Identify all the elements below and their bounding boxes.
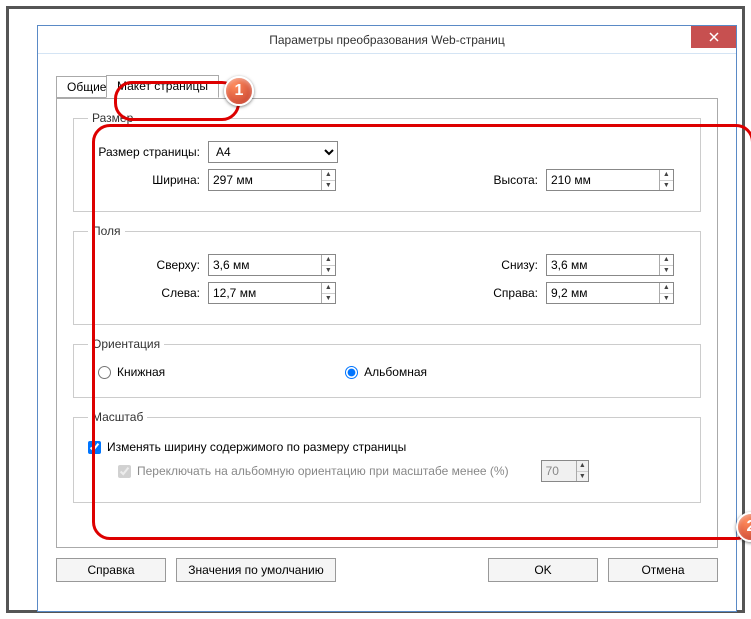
group-scale: Масштаб Изменять ширину содержимого по р… bbox=[73, 410, 701, 503]
chevron-up-icon[interactable]: ▲ bbox=[322, 170, 335, 181]
titlebar: Параметры преобразования Web-страниц bbox=[38, 26, 736, 54]
group-margins-legend: Поля bbox=[88, 224, 125, 238]
margin-left-spinner[interactable]: ▲▼ bbox=[208, 282, 336, 304]
radio-landscape-label: Альбомная bbox=[364, 365, 427, 379]
button-bar: Справка Значения по умолчанию OK Отмена bbox=[56, 548, 718, 582]
margin-right-label: Справа: bbox=[456, 286, 546, 300]
chevron-up-icon[interactable]: ▲ bbox=[660, 283, 673, 294]
width-spinner[interactable]: ▲▼ bbox=[208, 169, 336, 191]
margin-left-input[interactable] bbox=[209, 283, 321, 303]
chevron-up-icon[interactable]: ▲ bbox=[322, 255, 335, 266]
radio-portrait-input[interactable] bbox=[98, 366, 111, 379]
width-label: Ширина: bbox=[88, 173, 208, 187]
width-input[interactable] bbox=[209, 170, 321, 190]
radio-landscape[interactable]: Альбомная bbox=[345, 365, 427, 379]
outer-frame: Параметры преобразования Web-страниц Общ… bbox=[6, 6, 745, 613]
spinner-arrows[interactable]: ▲▼ bbox=[659, 255, 673, 275]
height-input[interactable] bbox=[547, 170, 659, 190]
dialog-content: Общие Макет страницы Размер Размер стран… bbox=[38, 54, 736, 594]
page-size-label: Размер страницы: bbox=[88, 145, 208, 159]
group-margins: Поля Сверху: ▲▼ Снизу: ▲▼ bbox=[73, 224, 701, 325]
spinner-arrows[interactable]: ▲▼ bbox=[659, 170, 673, 190]
chevron-down-icon[interactable]: ▼ bbox=[660, 294, 673, 304]
chevron-up-icon[interactable]: ▲ bbox=[660, 255, 673, 266]
close-icon bbox=[709, 32, 719, 42]
chevron-down-icon[interactable]: ▼ bbox=[322, 294, 335, 304]
chevron-up-icon: ▲ bbox=[577, 461, 587, 472]
spinner-arrows[interactable]: ▲▼ bbox=[321, 283, 335, 303]
switch-landscape-spinner: ▲▼ bbox=[541, 460, 589, 482]
cancel-button[interactable]: Отмена bbox=[608, 558, 718, 582]
fit-width-label: Изменять ширину содержимого по размеру с… bbox=[107, 440, 406, 454]
height-label: Высота: bbox=[456, 173, 546, 187]
tab-bar: Общие Макет страницы bbox=[56, 74, 718, 98]
margin-right-spinner[interactable]: ▲▼ bbox=[546, 282, 674, 304]
spinner-arrows[interactable]: ▲▼ bbox=[321, 170, 335, 190]
chevron-down-icon[interactable]: ▼ bbox=[322, 181, 335, 191]
radio-landscape-input[interactable] bbox=[345, 366, 358, 379]
margin-bottom-spinner[interactable]: ▲▼ bbox=[546, 254, 674, 276]
group-orientation: Ориентация Книжная Альбомная bbox=[73, 337, 701, 398]
switch-landscape-row: Переключать на альбомную ориентацию при … bbox=[118, 460, 686, 482]
tab-page-layout[interactable]: Макет страницы bbox=[106, 75, 219, 98]
group-scale-legend: Масштаб bbox=[88, 410, 147, 424]
margin-top-spinner[interactable]: ▲▼ bbox=[208, 254, 336, 276]
help-button[interactable]: Справка bbox=[56, 558, 166, 582]
margin-left-label: Слева: bbox=[88, 286, 208, 300]
radio-portrait[interactable]: Книжная bbox=[98, 365, 165, 379]
chevron-down-icon[interactable]: ▼ bbox=[660, 266, 673, 276]
margin-right-input[interactable] bbox=[547, 283, 659, 303]
group-size: Размер Размер страницы: A4 Ширина: ▲▼ bbox=[73, 111, 701, 212]
height-spinner[interactable]: ▲▼ bbox=[546, 169, 674, 191]
chevron-up-icon[interactable]: ▲ bbox=[660, 170, 673, 181]
chevron-down-icon[interactable]: ▼ bbox=[322, 266, 335, 276]
switch-landscape-input bbox=[542, 461, 577, 481]
group-orientation-legend: Ориентация bbox=[88, 337, 164, 351]
tab-panel-layout: Размер Размер страницы: A4 Ширина: ▲▼ bbox=[56, 98, 718, 548]
radio-portrait-label: Книжная bbox=[117, 365, 165, 379]
margin-bottom-input[interactable] bbox=[547, 255, 659, 275]
margin-top-input[interactable] bbox=[209, 255, 321, 275]
dialog-window: Параметры преобразования Web-страниц Общ… bbox=[37, 25, 737, 612]
close-button[interactable] bbox=[691, 26, 736, 48]
defaults-button[interactable]: Значения по умолчанию bbox=[176, 558, 336, 582]
switch-landscape-label: Переключать на альбомную ориентацию при … bbox=[137, 464, 509, 478]
fit-width-checkbox[interactable] bbox=[88, 441, 101, 454]
ok-button[interactable]: OK bbox=[488, 558, 598, 582]
annotation-badge-2: 2 bbox=[736, 512, 751, 542]
switch-landscape-checkbox bbox=[118, 465, 131, 478]
window-title: Параметры преобразования Web-страниц bbox=[269, 33, 505, 47]
spinner-arrows[interactable]: ▲▼ bbox=[321, 255, 335, 275]
annotation-badge-1: 1 bbox=[224, 76, 254, 106]
chevron-down-icon[interactable]: ▼ bbox=[660, 181, 673, 191]
margin-top-label: Сверху: bbox=[88, 258, 208, 272]
chevron-up-icon[interactable]: ▲ bbox=[322, 283, 335, 294]
spinner-arrows[interactable]: ▲▼ bbox=[659, 283, 673, 303]
margin-bottom-label: Снизу: bbox=[456, 258, 546, 272]
page-size-select[interactable]: A4 bbox=[208, 141, 338, 163]
fit-width-row[interactable]: Изменять ширину содержимого по размеру с… bbox=[88, 440, 686, 454]
chevron-down-icon: ▼ bbox=[577, 472, 587, 482]
spinner-arrows: ▲▼ bbox=[576, 461, 587, 481]
group-size-legend: Размер bbox=[88, 111, 137, 125]
